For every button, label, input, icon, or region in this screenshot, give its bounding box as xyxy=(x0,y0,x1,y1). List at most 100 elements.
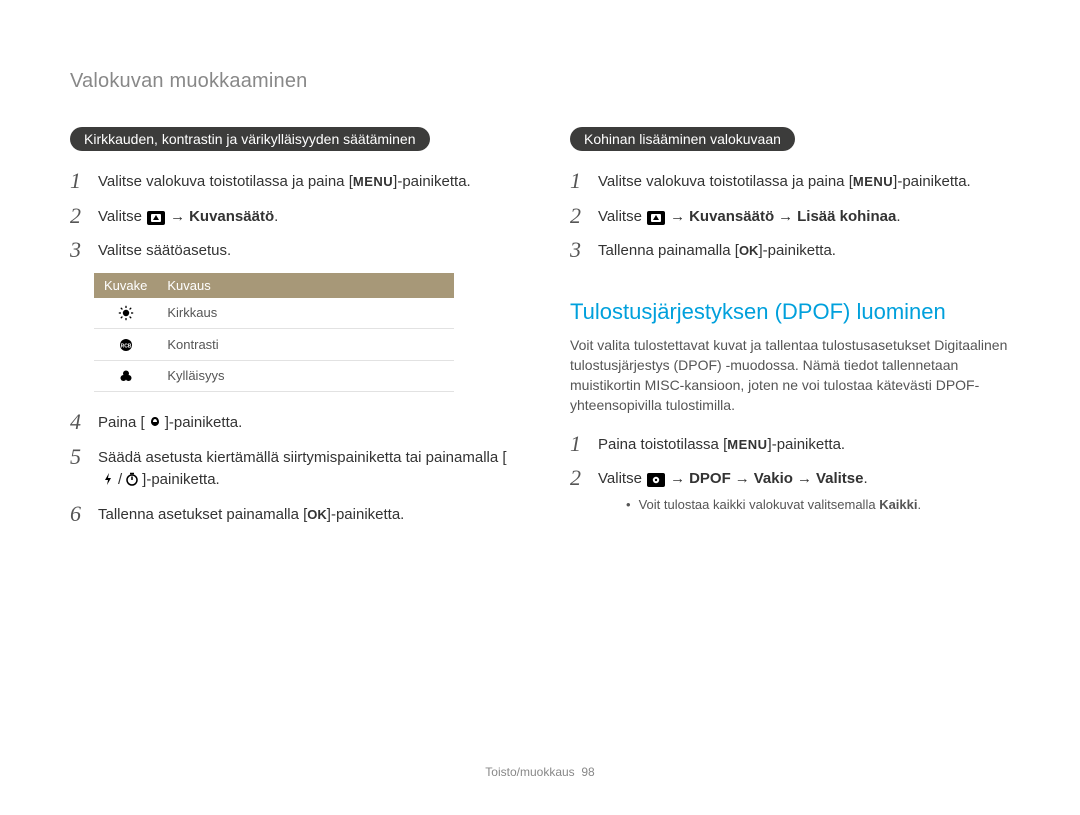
arrow-icon: → xyxy=(797,468,812,491)
step-text: Valitse valokuva toistotilassa ja paina … xyxy=(98,169,510,194)
text: Valitse valokuva toistotilassa ja paina … xyxy=(598,173,853,190)
flash-icon xyxy=(99,472,117,486)
bold-text: Lisää kohinaa xyxy=(797,208,896,225)
step-text: Valitse → Kuvansäätö. xyxy=(98,204,510,229)
section-paragraph: Voit valita tulostettavat kuvat ja talle… xyxy=(570,335,1010,416)
footer-page-number: 98 xyxy=(581,765,594,779)
text: ]-painiketta. xyxy=(327,506,405,523)
arrow-icon: → xyxy=(778,206,793,229)
settings-icon xyxy=(647,473,665,487)
bullet-text: Voit tulostaa kaikki valokuvat valitsema… xyxy=(639,495,922,515)
left-step-5: 5 Säädä asetusta kiertämällä siirtymispa… xyxy=(70,445,510,492)
text: Tallenna asetukset painamalla [ xyxy=(98,506,307,523)
step-number: 1 xyxy=(570,169,588,193)
left-column: Kirkkauden, kontrastin ja värikylläisyyd… xyxy=(70,127,510,536)
step-number: 4 xyxy=(70,410,88,434)
contrast-icon: RCB xyxy=(94,329,157,361)
step-number: 3 xyxy=(70,238,88,262)
step-text: Tallenna asetukset painamalla [OK]-paini… xyxy=(98,502,510,527)
text: . xyxy=(864,470,868,487)
bold-text: DPOF xyxy=(689,470,731,487)
step-text: Valitse → Kuvansäätö → Lisää kohinaa. xyxy=(598,204,1010,229)
menu-icon: MENU xyxy=(727,437,767,452)
arrow-icon: → xyxy=(170,206,185,229)
content-columns: Kirkkauden, kontrastin ja värikylläisyyd… xyxy=(70,127,1010,536)
right-step-2: 2 Valitse → Kuvansäätö → Lisää kohinaa. xyxy=(570,204,1010,229)
text: . xyxy=(274,208,278,225)
saturation-icon xyxy=(94,360,157,392)
table-row: RCB Kontrasti xyxy=(94,329,454,361)
text: Paina toistotilassa [ xyxy=(598,436,727,453)
text: ]-painiketta. xyxy=(893,173,971,190)
table-header-desc: Kuvaus xyxy=(157,273,454,298)
section-pill-left: Kirkkauden, kontrastin ja värikylläisyyd… xyxy=(70,127,430,151)
table-cell: Kontrasti xyxy=(157,329,454,361)
step-text: Valitse valokuva toistotilassa ja paina … xyxy=(598,169,1010,194)
table-body: Kirkkaus RCB Kontrasti Kylläisyys xyxy=(94,298,454,392)
step-text: Valitse säätöasetus. xyxy=(98,238,510,263)
right-step-3: 3 Tallenna painamalla [OK]-painiketta. xyxy=(570,238,1010,263)
text: ]-painiketta. xyxy=(768,436,846,453)
bold-text: Kuvansäätö xyxy=(189,208,274,225)
text: . xyxy=(896,208,900,225)
right2-step-2: 2 Valitse → DPOF → Vakio → Valitse. • Vo… xyxy=(570,466,1010,514)
left-step-1: 1 Valitse valokuva toistotilassa ja pain… xyxy=(70,169,510,194)
step-number: 2 xyxy=(570,466,588,490)
footer-section: Toisto/muokkaus xyxy=(485,765,574,779)
svg-text:RCB: RCB xyxy=(120,343,131,349)
edit-icon xyxy=(647,211,665,225)
step-number: 6 xyxy=(70,502,88,526)
text: Valitse xyxy=(98,208,146,225)
table-cell: Kirkkaus xyxy=(157,298,454,329)
text: ]-painiketta. xyxy=(165,414,243,431)
text: . xyxy=(918,497,922,512)
arrow-icon: → xyxy=(670,206,685,229)
page-title: Valokuvan muokkaaminen xyxy=(70,70,1010,93)
bold-text: Kaikki xyxy=(879,497,917,512)
text: Tallenna painamalla [ xyxy=(598,242,739,259)
right-step-1: 1 Valitse valokuva toistotilassa ja pain… xyxy=(570,169,1010,194)
step-number: 1 xyxy=(70,169,88,193)
section-pill-right: Kohinan lisääminen valokuvaan xyxy=(570,127,795,151)
bullet-dot: • xyxy=(626,495,631,515)
bold-text: Vakio xyxy=(754,470,793,487)
arrow-icon: → xyxy=(670,468,685,491)
adjustment-table: Kuvake Kuvaus Kirkkaus RCB Kontrasti xyxy=(94,273,454,393)
text: Säädä asetusta kiertämällä siirtymispain… xyxy=(98,449,507,466)
edit-icon xyxy=(147,211,165,225)
left-step-2: 2 Valitse → Kuvansäätö. xyxy=(70,204,510,229)
menu-icon: MENU xyxy=(353,174,393,189)
timer-icon xyxy=(123,472,141,486)
left-step-6: 6 Tallenna asetukset painamalla [OK]-pai… xyxy=(70,502,510,527)
table-cell: Kylläisyys xyxy=(157,360,454,392)
step-number: 1 xyxy=(570,432,588,456)
menu-icon: MENU xyxy=(853,174,893,189)
sub-bullet: • Voit tulostaa kaikki valokuvat valitse… xyxy=(626,495,1010,515)
text: Valitse valokuva toistotilassa ja paina … xyxy=(98,173,353,190)
brightness-icon xyxy=(94,298,157,329)
text: Paina [ xyxy=(98,414,145,431)
bold-text: Valitse xyxy=(816,470,864,487)
table-row: Kirkkaus xyxy=(94,298,454,329)
table-header-icon: Kuvake xyxy=(94,273,157,298)
page-footer: Toisto/muokkaus 98 xyxy=(0,765,1080,779)
bold-text: Kuvansäätö xyxy=(689,208,774,225)
arrow-icon: → xyxy=(735,468,750,491)
step-number: 5 xyxy=(70,445,88,469)
text: ]-painiketta. xyxy=(142,471,220,488)
text: ]-painiketta. xyxy=(393,173,471,190)
ok-icon: OK xyxy=(307,507,327,522)
table-row: Kylläisyys xyxy=(94,360,454,392)
step-number: 2 xyxy=(70,204,88,228)
right-column: Kohinan lisääminen valokuvaan 1 Valitse … xyxy=(570,127,1010,536)
step-text: Valitse → DPOF → Vakio → Valitse. • Voit… xyxy=(598,466,1010,514)
step-text: Paina toistotilassa [MENU]-painiketta. xyxy=(598,432,1010,457)
right2-step-1: 1 Paina toistotilassa [MENU]-painiketta. xyxy=(570,432,1010,457)
text: / xyxy=(118,471,122,488)
text: Voit tulostaa kaikki valokuvat valitsema… xyxy=(639,497,880,512)
ok-icon: OK xyxy=(739,243,759,258)
text: Valitse xyxy=(598,208,646,225)
left-step-3: 3 Valitse säätöasetus. xyxy=(70,238,510,263)
text: Valitse xyxy=(598,470,646,487)
text: ]-painiketta. xyxy=(758,242,836,259)
